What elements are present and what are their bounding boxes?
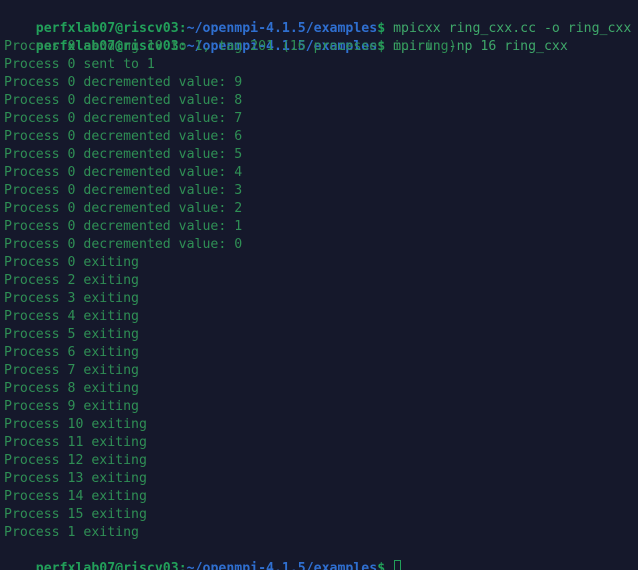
terminal-output-line: Process 0 decremented value: 7 [4, 110, 638, 128]
terminal-output-text: Process 12 exiting [4, 453, 147, 468]
terminal-output-line: Process 3 exiting [4, 290, 638, 308]
terminal-output-text: Process 0 decremented value: 9 [4, 75, 243, 90]
prompt-separator: : [178, 561, 187, 570]
prompt-user-host: perfxlab07@riscv03 [35, 21, 179, 36]
terminal-output-text: Process 8 exiting [4, 381, 139, 396]
terminal-output-line: Process 5 exiting [4, 326, 638, 344]
terminal-output-line: Process 9 exiting [4, 398, 638, 416]
terminal-output-line: Process 0 decremented value: 2 [4, 200, 638, 218]
terminal-output-text: Process 0 decremented value: 4 [4, 165, 243, 180]
terminal-output-line: Process 11 exiting [4, 434, 638, 452]
terminal-window[interactable]: perfxlab07@riscv03:~/openmpi-4.1.5/examp… [0, 0, 638, 570]
terminal-output-text: Process 3 exiting [4, 291, 139, 306]
terminal-output-text: Process 0 decremented value: 0 [4, 237, 243, 252]
terminal-output-line: Process 0 exiting [4, 254, 638, 272]
terminal-output-line: Process 0 decremented value: 3 [4, 182, 638, 200]
prompt-trailing-space [385, 561, 393, 570]
terminal-output-line: Process 1 exiting [4, 524, 638, 542]
terminal-output-text: Process 0 decremented value: 3 [4, 183, 243, 198]
terminal-output-line: Process 0 decremented value: 8 [4, 92, 638, 110]
terminal-output-line: Process 0 decremented value: 0 [4, 236, 638, 254]
terminal-output-line: Process 12 exiting [4, 452, 638, 470]
terminal-output-text: Process 15 exiting [4, 507, 147, 522]
terminal-output-text: Process 0 sending 10 to 1, tag 201 (16 p… [4, 39, 457, 54]
prompt-path: ~/openmpi-4.1.5/examples [186, 21, 378, 36]
prompt-sigil: $ [377, 21, 386, 36]
terminal-output-line: Process 4 exiting [4, 308, 638, 326]
terminal-output-text: Process 13 exiting [4, 471, 147, 486]
terminal-output-text: Process 0 decremented value: 6 [4, 129, 243, 144]
terminal-output-line: Process 7 exiting [4, 362, 638, 380]
terminal-output-text: Process 0 decremented value: 7 [4, 111, 243, 126]
terminal-output-line: Process 2 exiting [4, 272, 638, 290]
terminal-output-text: Process 10 exiting [4, 417, 147, 432]
terminal-output-text: Process 11 exiting [4, 435, 147, 450]
terminal-output-text: Process 6 exiting [4, 345, 139, 360]
terminal-output-line: Process 15 exiting [4, 506, 638, 524]
terminal-output-text: Process 1 exiting [4, 525, 139, 540]
terminal-line-prompt-active: perfxlab07@riscv03:~/openmpi-4.1.5/examp… [4, 542, 638, 570]
prompt-sigil: $ [377, 561, 386, 570]
terminal-output-text: Process 14 exiting [4, 489, 147, 504]
terminal-output-text: Process 2 exiting [4, 273, 139, 288]
terminal-output-line: Process 6 exiting [4, 344, 638, 362]
terminal-output-text: Process 0 exiting [4, 255, 139, 270]
terminal-output-line: Process 0 decremented value: 4 [4, 164, 638, 182]
terminal-output-line: Process 0 decremented value: 5 [4, 146, 638, 164]
terminal-output-text: Process 0 sent to 1 [4, 57, 155, 72]
terminal-output-line: Process 0 decremented value: 9 [4, 74, 638, 92]
prompt-separator: : [178, 21, 187, 36]
terminal-output-line: Process 13 exiting [4, 470, 638, 488]
terminal-output-line: Process 0 decremented value: 6 [4, 128, 638, 146]
terminal-output-line: Process 10 exiting [4, 416, 638, 434]
terminal-output-line: Process 0 sent to 1 [4, 56, 638, 74]
terminal-output-line: Process 8 exiting [4, 380, 638, 398]
terminal-output-text: Process 0 decremented value: 2 [4, 201, 243, 216]
terminal-output-text: Process 9 exiting [4, 399, 139, 414]
terminal-output-text: Process 0 decremented value: 1 [4, 219, 243, 234]
terminal-output-text: Process 4 exiting [4, 309, 139, 324]
text-cursor[interactable] [394, 560, 402, 570]
prompt-path: ~/openmpi-4.1.5/examples [186, 561, 378, 570]
terminal-output-text: Process 5 exiting [4, 327, 139, 342]
terminal-output-text: Process 0 decremented value: 5 [4, 147, 243, 162]
terminal-output-line: Process 0 decremented value: 1 [4, 218, 638, 236]
terminal-output-text: Process 7 exiting [4, 363, 139, 378]
terminal-output-line: Process 14 exiting [4, 488, 638, 506]
terminal-output-block: Process 0 sending 10 to 1, tag 201 (16 p… [4, 38, 638, 542]
terminal-output-text: Process 0 decremented value: 8 [4, 93, 243, 108]
terminal-line-command-compile: perfxlab07@riscv03:~/openmpi-4.1.5/examp… [4, 2, 638, 36]
prompt-user-host: perfxlab07@riscv03 [35, 561, 179, 570]
command-text-compile: mpicxx ring_cxx.cc -o ring_cxx [385, 21, 632, 36]
